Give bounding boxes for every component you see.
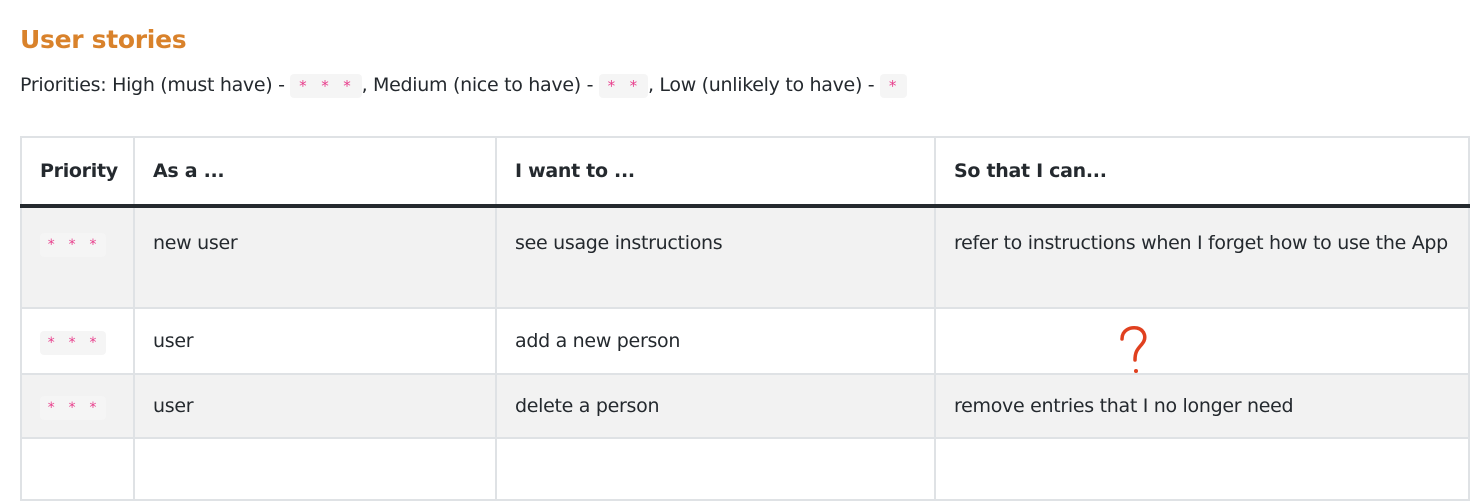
as-a-cell: new user <box>133 205 497 309</box>
so-that-cell: refer to instructions when I forget how … <box>934 205 1470 309</box>
table-header-row: Priority As a ... I want to ... So that … <box>20 136 1470 208</box>
want-cell: add a new person <box>495 307 936 375</box>
table-row <box>20 437 1470 501</box>
priorities-medium-text: , Medium (nice to have) - <box>361 74 599 96</box>
priorities-prefix: Priorities: High (must have) - <box>20 74 291 96</box>
header-i-want-to: I want to ... <box>495 136 936 208</box>
header-priority: Priority <box>20 136 135 208</box>
want-cell: delete a person <box>495 373 936 439</box>
priority-code: * * * <box>40 396 107 420</box>
priority-code: * * * <box>40 233 107 257</box>
so-that-cell <box>934 307 1470 375</box>
so-that-cell: remove entries that I no longer need <box>934 373 1470 439</box>
as-a-cell: user <box>133 373 497 439</box>
table-row: * * * user add a new person <box>20 307 1470 375</box>
as-a-cell: user <box>133 307 497 375</box>
priority-cell <box>20 437 135 501</box>
question-mark-icon <box>1120 326 1147 373</box>
priority-cell: * * * <box>20 373 135 439</box>
priority-medium-code: * * <box>598 74 648 98</box>
header-as-a: As a ... <box>133 136 497 208</box>
header-so-that: So that I can... <box>934 136 1470 208</box>
priority-cell: * * * <box>20 205 135 309</box>
priorities-low-text: , Low (unlikely to have) - <box>647 74 881 96</box>
page-title: User stories <box>20 24 187 54</box>
as-a-cell <box>133 437 497 501</box>
priorities-legend: Priorities: High (must have) - * * *, Me… <box>20 74 908 98</box>
want-cell <box>495 437 936 501</box>
priority-high-code: * * * <box>290 74 362 98</box>
priority-code: * * * <box>40 331 107 355</box>
user-stories-table: Priority As a ... I want to ... So that … <box>20 136 1470 501</box>
priority-cell: * * * <box>20 307 135 375</box>
table-row: * * * user delete a person remove entrie… <box>20 373 1470 439</box>
so-that-cell <box>934 437 1470 501</box>
table-row: * * * new user see usage instructions re… <box>20 205 1470 309</box>
want-cell: see usage instructions <box>495 205 936 309</box>
priority-low-code: * <box>880 74 908 98</box>
